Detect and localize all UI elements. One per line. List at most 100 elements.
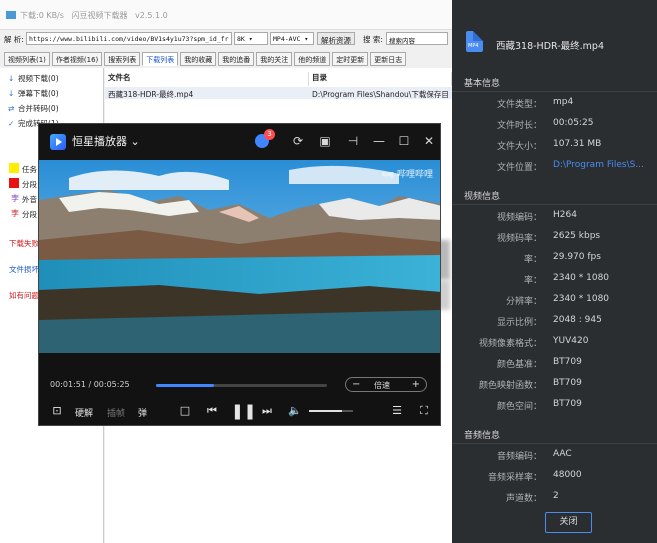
minimize-icon[interactable]: — xyxy=(371,134,387,148)
info-value: 48000 xyxy=(553,470,582,480)
app-title: 闪豆视频下载器 xyxy=(71,11,128,20)
info-value: 2340 * 1080 xyxy=(553,294,610,304)
next-icon[interactable]: ⏭ xyxy=(259,404,275,418)
tab-search-list[interactable]: 搜索列表 xyxy=(104,52,141,66)
speed-increase-button[interactable]: + xyxy=(412,378,420,391)
parse-button[interactable]: 解析资源 xyxy=(317,32,355,45)
pause-icon[interactable]: ❚❚ xyxy=(231,404,256,419)
legend-swatch-yellow xyxy=(9,163,19,173)
downloader-tabs: 视频列表(1) 作者视频(16) 搜索列表 下载列表 我的收藏 我的追番 我的关… xyxy=(4,52,407,66)
volume-icon[interactable]: 🔈 xyxy=(287,404,303,418)
tree-item-video-download[interactable]: ↓ 视频下载(0) xyxy=(8,73,59,84)
tab-video-list[interactable]: 视频列表(1) xyxy=(4,52,50,66)
info-row: 率： 2340 * 1080 xyxy=(452,273,657,287)
info-value: 2340 * 1080 xyxy=(553,273,610,283)
info-row: 声道数： 2 xyxy=(452,491,657,505)
mountain-lake-scene xyxy=(39,160,440,353)
legend-label: 外音 xyxy=(22,195,37,204)
format-select[interactable]: MP4-AVC ▾ xyxy=(270,32,314,45)
url-label: 解 析: xyxy=(4,35,24,44)
info-row: 音频编码： AAC xyxy=(452,449,657,463)
info-row: 分辨率： 2340 * 1080 xyxy=(452,294,657,308)
player-menu[interactable]: 恒星播放器 ⌄ xyxy=(72,133,140,149)
tab-favorites[interactable]: 我的收藏 xyxy=(180,52,217,66)
section-divider xyxy=(452,443,657,444)
tab-following[interactable]: 我的关注 xyxy=(256,52,293,66)
media-info-panel: MP4 西藏318-HDR-最终.mp4 基本信息 文件类型： mp4 文件时长：… xyxy=(452,0,657,543)
info-key: 颜色映射函数： xyxy=(478,381,542,391)
info-file-name: 西藏318-HDR-最终.mp4 xyxy=(496,41,605,52)
screenshot-icon[interactable]: ▣ xyxy=(317,134,333,148)
open-file-icon[interactable]: ⊡ xyxy=(49,404,65,418)
info-value: mp4 xyxy=(553,97,574,107)
tab-my-bangumi[interactable]: 我的追番 xyxy=(218,52,255,66)
info-value: 2 xyxy=(553,491,559,501)
help-link-file-damaged[interactable]: 文件损坏 xyxy=(9,264,39,275)
info-value: BT709 xyxy=(553,378,582,388)
player-name: 恒星播放器 xyxy=(72,135,127,148)
info-value: AAC xyxy=(553,449,572,459)
info-key: 显示比例： xyxy=(496,318,542,328)
merge-icon: ⇄ xyxy=(8,104,15,113)
frame-interpolation-button[interactable]: 插帧 xyxy=(107,406,125,419)
download-icon: ↓ xyxy=(8,74,15,83)
tab-changelog[interactable]: 更新日志 xyxy=(370,52,407,66)
file-location-link[interactable]: D:\Program Files\S... xyxy=(553,160,644,170)
info-value: BT709 xyxy=(553,357,582,367)
maximize-icon[interactable]: ☐ xyxy=(396,134,412,148)
danmaku-button[interactable]: 弹 xyxy=(138,406,147,419)
info-key: 率： xyxy=(523,255,542,265)
stop-icon[interactable]: □ xyxy=(177,404,193,418)
rotate-icon[interactable]: ⟳ xyxy=(290,134,306,148)
player-controls: 00:01:51 / 00:05:25 − 倍速 + ⊡ 硬解 插帧 弹 □ ⏮… xyxy=(39,353,440,425)
app-version: v2.5.1.0 xyxy=(135,11,168,20)
close-icon[interactable]: ✕ xyxy=(421,134,437,148)
format-value: MP4-AVC xyxy=(273,35,301,43)
info-key: 视频码率： xyxy=(496,234,542,244)
info-row: 颜色空间： BT709 xyxy=(452,399,657,413)
tab-channel[interactable]: 他的频道 xyxy=(294,52,331,66)
legend-label: 任务 xyxy=(22,165,37,174)
column-header-directory[interactable]: 目录 xyxy=(309,72,452,86)
file-icon-label: MP4 xyxy=(468,43,479,49)
hard-decode-button[interactable]: 硬解 xyxy=(75,406,93,419)
info-key: 颜色空间： xyxy=(496,402,542,412)
search-input[interactable]: 搜索内容 xyxy=(386,32,448,45)
info-key: 分辨率： xyxy=(505,297,542,307)
info-value: 00:05:25 xyxy=(553,118,594,128)
quality-select[interactable]: 8K ▾ xyxy=(234,32,268,45)
downloader-title: 下载:0 KB/s 闪豆视频下载器 v2.5.1.0 xyxy=(20,10,173,21)
info-key: 音频编码： xyxy=(496,452,542,462)
info-key: 音频采样率： xyxy=(487,473,542,483)
info-row: 颜色映射函数： BT709 xyxy=(452,378,657,392)
download-icon: ↓ xyxy=(8,89,15,98)
previous-icon[interactable]: ⏮ xyxy=(204,404,220,418)
playlist-icon[interactable]: ☰ xyxy=(389,404,405,418)
tree-item-danmaku-download[interactable]: ↓ 弹幕下载(0) xyxy=(8,88,59,99)
playback-time: 00:01:51 / 00:05:25 xyxy=(50,380,130,389)
tree-item-merge-transcode[interactable]: ⇄ 合并转码(0) xyxy=(8,103,59,114)
tab-download-list[interactable]: 下载列表 xyxy=(142,52,179,66)
help-link-download-failed[interactable]: 下载失败 xyxy=(9,238,39,249)
info-row: 颜色基准： BT709 xyxy=(452,357,657,371)
tree-item-label: 弹幕下载(0) xyxy=(18,89,59,98)
speed-control[interactable]: − 倍速 + xyxy=(345,377,427,392)
url-input[interactable]: https://www.bilibili.com/video/BV1s4y1u7… xyxy=(26,32,232,45)
speed-decrease-button[interactable]: − xyxy=(352,378,360,391)
column-header-filename[interactable]: 文件名 xyxy=(105,72,309,86)
info-row: 文件类型： mp4 xyxy=(452,97,657,111)
progress-bar[interactable] xyxy=(156,384,327,387)
tab-scheduled-update[interactable]: 定时更新 xyxy=(332,52,369,66)
close-button[interactable]: 关闭 xyxy=(545,512,592,533)
tab-author-videos[interactable]: 作者视频(16) xyxy=(51,52,103,66)
quality-value: 8K xyxy=(237,35,245,43)
help-link-problems[interactable]: 如有问题 xyxy=(9,290,39,301)
pin-icon[interactable]: ⊣ xyxy=(345,134,361,148)
video-frame[interactable]: 哔哩 哔哩哔哩 xyxy=(39,160,440,353)
fullscreen-icon[interactable]: ⛶ xyxy=(416,404,432,418)
player-title-bar: 恒星播放器 ⌄ 3 ⟳ ▣ ⊣ — ☐ ✕ xyxy=(39,124,440,160)
info-key: 文件大小： xyxy=(496,142,542,152)
volume-slider[interactable] xyxy=(309,410,353,412)
watermark-text: 哔哩哔哩 xyxy=(396,170,433,180)
audio-glyph-icon: 孛 xyxy=(11,194,19,203)
